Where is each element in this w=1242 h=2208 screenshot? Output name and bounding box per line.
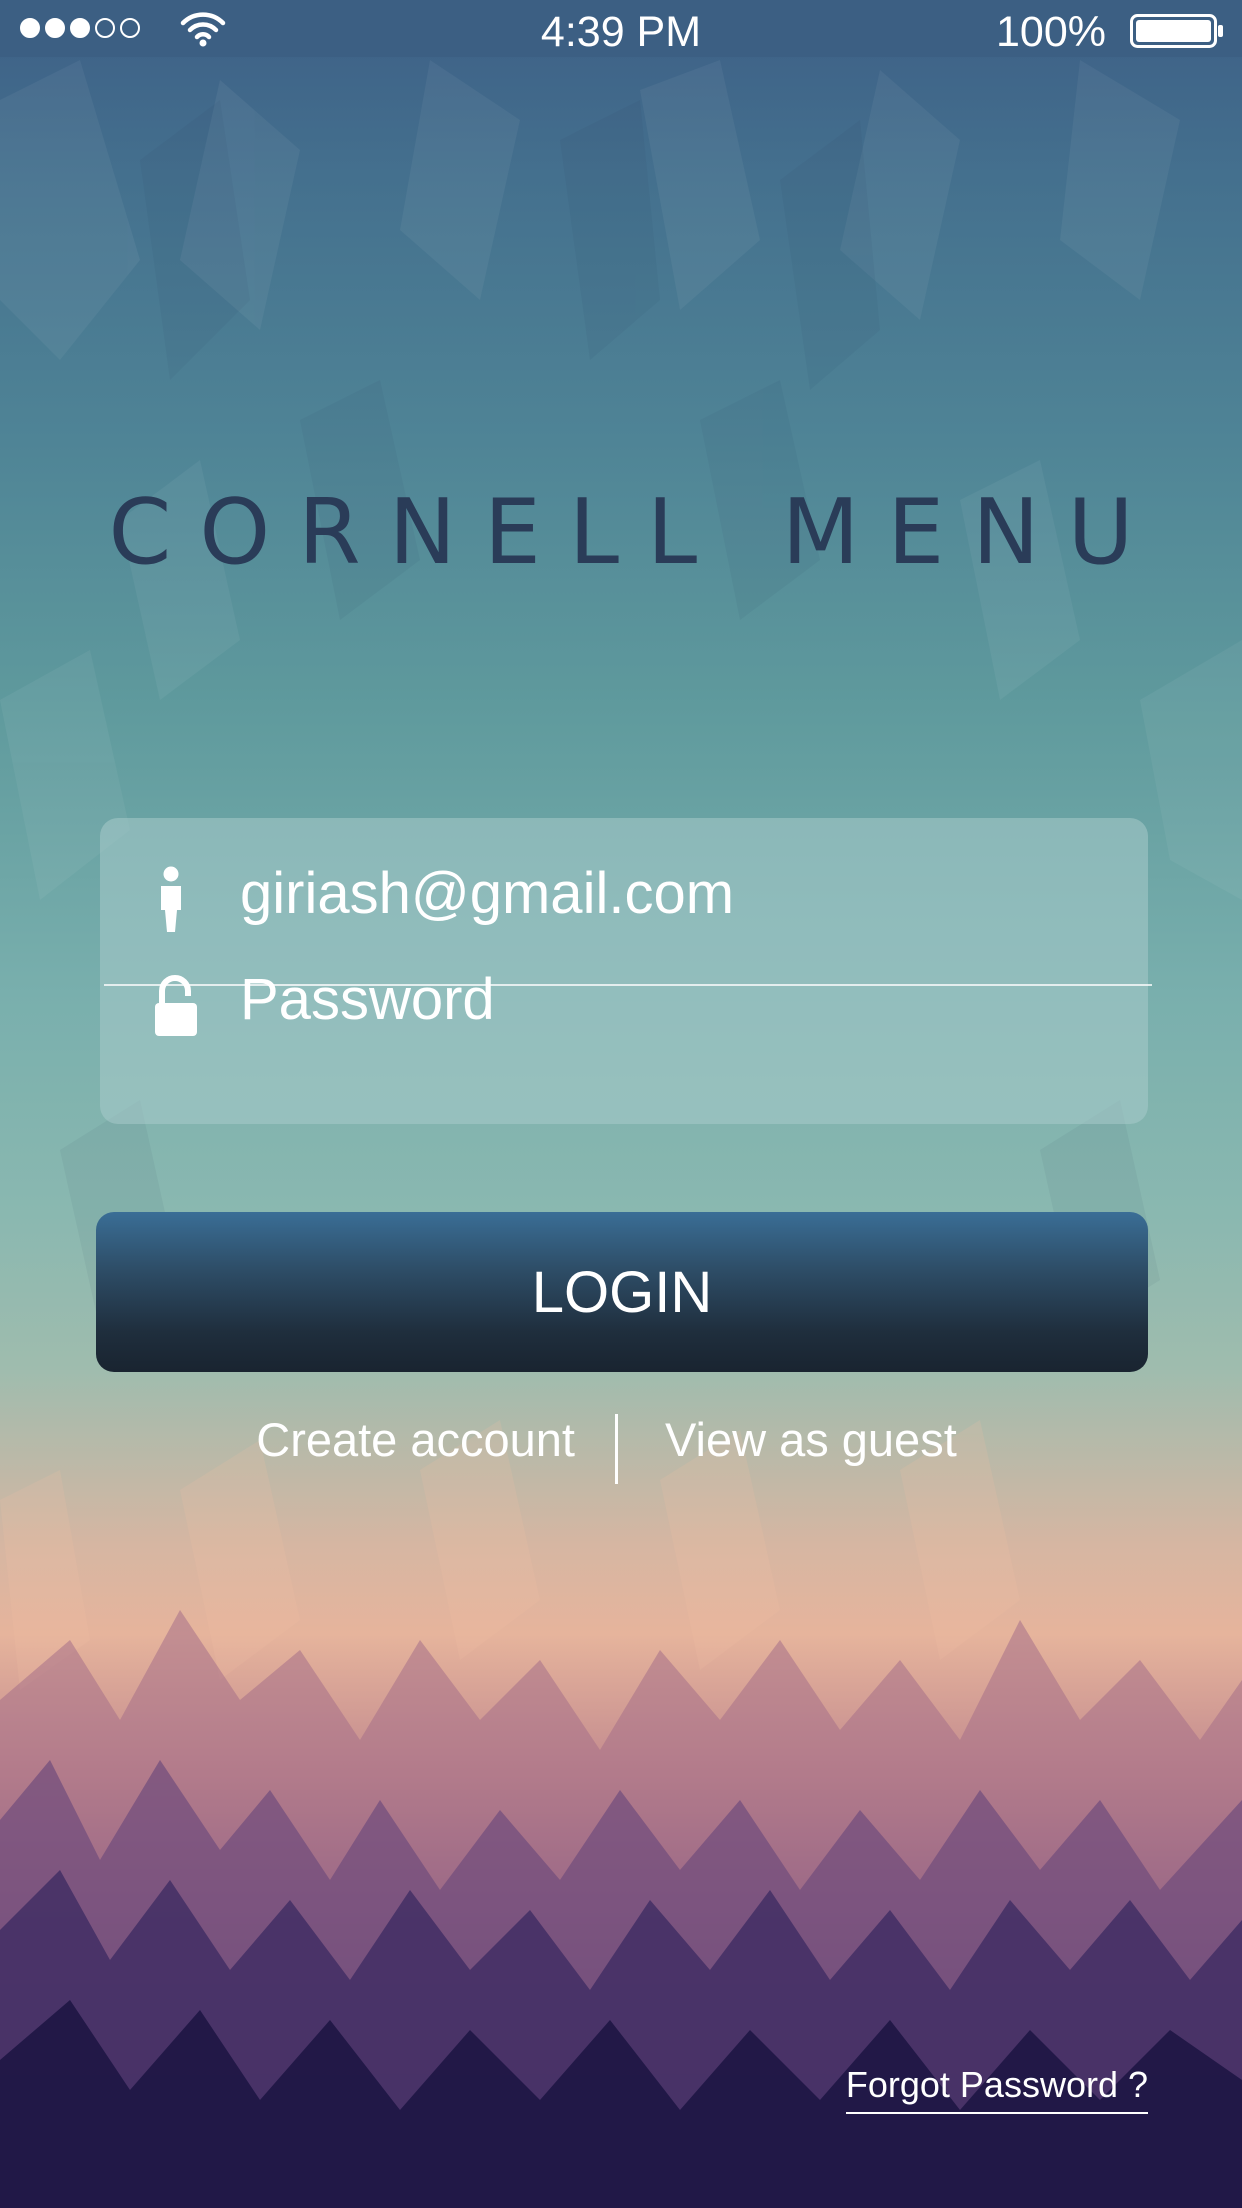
app-title: CORNELL MENU [108, 480, 1162, 585]
email-field [100, 818, 1148, 968]
login-form [100, 818, 1152, 1124]
password-input[interactable] [240, 964, 1100, 1034]
battery-percentage: 100% [996, 8, 1106, 56]
login-button[interactable]: LOGIN [96, 1212, 1148, 1372]
status-bar: 4:39 PM 100% [0, 0, 1242, 57]
links-divider [615, 1414, 618, 1484]
lock-icon [155, 975, 197, 1036]
battery-icon [1130, 14, 1223, 48]
user-icon [161, 866, 181, 932]
create-account-link[interactable]: Create account [256, 1412, 575, 1467]
login-screen: 4:39 PM 100% CORNELL MENU LOGIN Create a… [0, 0, 1242, 2208]
email-input[interactable] [240, 858, 1100, 928]
view-as-guest-link[interactable]: View as guest [665, 1412, 957, 1467]
forgot-password-link[interactable]: Forgot Password ? [845, 2064, 1148, 2114]
password-field [100, 964, 1148, 1124]
